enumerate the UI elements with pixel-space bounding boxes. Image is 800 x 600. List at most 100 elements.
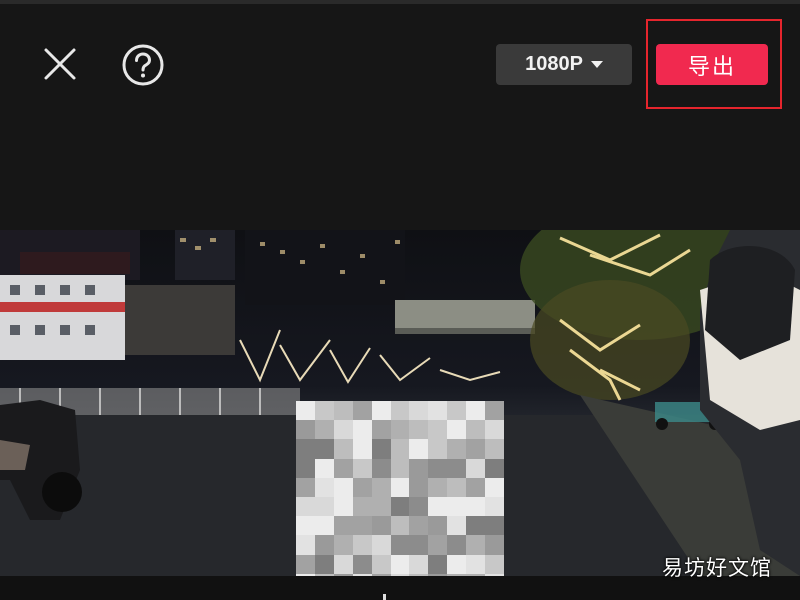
mosaic-cell [371,554,391,574]
mosaic-cell [314,420,334,440]
mosaic-cell [352,535,372,555]
mosaic-cell [409,497,429,517]
mosaic-cell [333,401,353,421]
resolution-dropdown[interactable]: 1080P [496,44,632,85]
mosaic-cell [409,516,429,536]
mosaic-cell [447,554,467,574]
mosaic-cell [314,535,334,555]
mosaic-cell [371,401,391,421]
mosaic-cell [390,535,410,555]
mosaic-cell [371,458,391,478]
mosaic-cell [333,458,353,478]
mosaic-cell [296,458,315,478]
mosaic-cell [485,554,504,574]
mosaic-cell [371,477,391,497]
mosaic-cell [428,497,448,517]
close-icon [44,48,76,80]
mosaic-cell [296,439,315,459]
top-toolbar: 1080P 导出 [0,0,800,130]
mosaic-cell [390,458,410,478]
resolution-label: 1080P [525,53,583,75]
mosaic-cell [447,458,467,478]
mosaic-cell [390,477,410,497]
mosaic-cell [296,477,315,497]
mosaic-cell [466,401,486,421]
mosaic-cell [333,554,353,574]
mosaic-cell [333,477,353,497]
mosaic-cell [447,420,467,440]
mosaic-cell [466,516,486,536]
mosaic-cell [409,458,429,478]
mosaic-cell [296,554,315,574]
mosaic-cell [314,458,334,478]
mosaic-cell [428,420,448,440]
mosaic-cell [428,477,448,497]
mosaic-cell [333,420,353,440]
mosaic-cell [390,516,410,536]
mosaic-cell [409,439,429,459]
mosaic-cell [371,420,391,440]
mosaic-cell [485,535,504,555]
help-icon [122,44,164,86]
mosaic-cell [466,458,486,478]
mosaic-cell [466,497,486,517]
mosaic-cell [371,516,391,536]
mosaic-cell [352,477,372,497]
mosaic-cell [371,439,391,459]
pixelated-censor [296,401,504,576]
export-label: 导出 [687,54,736,80]
mosaic-cell [352,497,372,517]
mosaic-cell [485,401,504,421]
chevron-down-icon [590,61,603,68]
video-editor-export-screen: 1080P 导出 易坊好文馆 [0,0,800,600]
mosaic-cell [390,554,410,574]
mosaic-cell [428,535,448,555]
mosaic-cell [447,401,467,421]
mosaic-cell [485,497,504,517]
video-preview[interactable] [0,230,800,576]
mosaic-cell [333,497,353,517]
export-button[interactable]: 导出 [656,44,768,85]
mosaic-cell [352,401,372,421]
mosaic-cell [314,554,334,574]
mosaic-cell [466,535,486,555]
playhead-marker [383,594,386,600]
mosaic-cell [390,420,410,440]
mosaic-cell [352,420,372,440]
mosaic-cell [352,439,372,459]
mosaic-cell [352,458,372,478]
mosaic-cell [485,458,504,478]
mosaic-cell [409,554,429,574]
mosaic-cell [428,554,448,574]
mosaic-cell [466,554,486,574]
mosaic-cell [428,439,448,459]
mosaic-cell [352,554,372,574]
mosaic-cell [371,497,391,517]
mosaic-cell [447,497,467,517]
watermark-text: 易坊好文馆 [662,556,772,580]
mosaic-cell [428,458,448,478]
mosaic-cell [333,535,353,555]
mosaic-cell [333,439,353,459]
mosaic-cell [428,516,448,536]
mosaic-cell [485,439,504,459]
mosaic-cell [314,477,334,497]
mosaic-cell [296,497,315,517]
mosaic-cell [466,420,486,440]
mosaic-cell [428,401,448,421]
mosaic-cell [296,535,315,555]
mosaic-cell [390,439,410,459]
mosaic-cell [314,497,334,517]
mosaic-cell [314,439,334,459]
mosaic-cell [371,535,391,555]
mosaic-cell [390,497,410,517]
help-button[interactable] [121,43,165,87]
mosaic-cell [466,477,486,497]
mosaic-cell [352,516,372,536]
mosaic-cell [447,477,467,497]
mosaic-cell [314,401,334,421]
mosaic-cell [296,401,315,421]
close-button[interactable] [40,44,80,84]
mosaic-cell [447,535,467,555]
mosaic-cell [314,516,334,536]
